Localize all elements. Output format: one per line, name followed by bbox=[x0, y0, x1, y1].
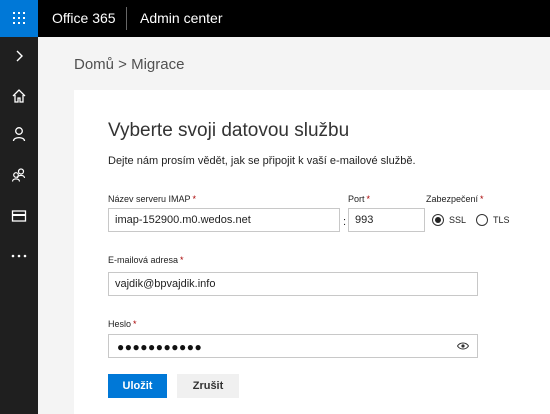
expand-nav-button[interactable] bbox=[0, 37, 38, 75]
email-label: E-mailová adresa * bbox=[108, 255, 184, 265]
app-launcher-button[interactable] bbox=[0, 0, 38, 37]
password-mask: ●●●●●●●●●●● bbox=[117, 340, 203, 354]
topbar-divider bbox=[126, 7, 127, 30]
nav-home-button[interactable] bbox=[0, 77, 38, 115]
host-port-separator: : bbox=[343, 216, 347, 228]
user-icon bbox=[12, 127, 26, 142]
imap-server-input[interactable]: imap-152900.m0.wedos.net bbox=[108, 208, 340, 232]
server-label: Název serveru IMAP * bbox=[108, 194, 197, 204]
nav-users-button[interactable] bbox=[0, 115, 38, 153]
billing-icon bbox=[11, 210, 27, 222]
nav-billing-button[interactable] bbox=[0, 197, 38, 235]
security-tls-radio[interactable]: TLS bbox=[476, 214, 510, 226]
port-input[interactable]: 993 bbox=[348, 208, 425, 232]
office365-brand-link[interactable]: Office 365 bbox=[52, 10, 116, 26]
email-input[interactable]: vajdik@bpvajdik.info bbox=[108, 272, 478, 296]
required-marker: * bbox=[180, 255, 184, 265]
admin-center-link[interactable]: Admin center bbox=[140, 10, 222, 26]
radio-unchecked-icon bbox=[476, 214, 488, 226]
password-label: Heslo * bbox=[108, 319, 137, 329]
required-marker: * bbox=[192, 194, 197, 204]
port-label: Port * bbox=[348, 194, 371, 204]
save-button[interactable]: Uložit bbox=[108, 374, 167, 398]
show-password-eye-icon[interactable] bbox=[457, 342, 469, 350]
ssl-label: SSL bbox=[449, 215, 467, 225]
radio-checked-icon bbox=[432, 214, 444, 226]
required-marker: * bbox=[480, 194, 484, 204]
security-label: Zabezpečení * bbox=[426, 194, 484, 204]
top-bar: Office 365 Admin center bbox=[0, 0, 550, 37]
migration-form-panel: Vyberte svoji datovou službu Dejte nám p… bbox=[74, 90, 550, 414]
more-icon bbox=[11, 254, 27, 258]
page-title: Vyberte svoji datovou službu bbox=[108, 120, 350, 141]
security-ssl-radio[interactable]: SSL bbox=[432, 214, 466, 226]
required-marker: * bbox=[133, 319, 137, 329]
cancel-button[interactable]: Zrušit bbox=[177, 374, 239, 398]
groups-icon bbox=[11, 168, 26, 182]
required-marker: * bbox=[366, 194, 371, 204]
breadcrumb[interactable]: Domů > Migrace bbox=[74, 56, 184, 73]
tls-label: TLS bbox=[493, 215, 510, 225]
left-nav-rail bbox=[0, 37, 38, 414]
home-icon bbox=[12, 89, 26, 103]
form-description: Dejte nám prosím vědět, jak se připojit … bbox=[108, 155, 416, 167]
password-input[interactable]: ●●●●●●●●●●● bbox=[108, 334, 478, 358]
waffle-icon bbox=[13, 12, 25, 24]
nav-groups-button[interactable] bbox=[0, 156, 38, 194]
chevron-right-icon bbox=[16, 50, 23, 62]
nav-more-button[interactable] bbox=[0, 237, 38, 275]
